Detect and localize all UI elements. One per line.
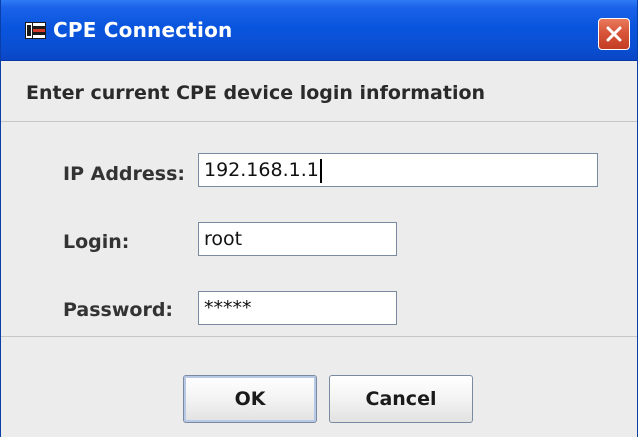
ip-address-field[interactable]: 192.168.1.1 [198,153,598,187]
text-caret [319,158,322,183]
ok-button[interactable]: OK [183,375,317,423]
login-field[interactable]: root [198,222,397,256]
login-value: root [204,228,243,250]
close-button[interactable] [598,18,630,50]
cpe-connection-dialog: CPE Connection Enter current CPE device … [0,0,638,437]
ip-address-value: 192.168.1.1 [204,159,319,181]
password-label: Password: [63,299,174,321]
title-bar[interactable]: CPE Connection [1,0,637,61]
app-logo-icon [25,22,46,39]
cancel-button[interactable]: Cancel [329,375,473,423]
login-label: Login: [63,231,130,253]
instruction-heading: Enter current CPE device login informati… [26,82,486,104]
window-title: CPE Connection [53,18,233,42]
close-icon [606,26,622,42]
ip-address-label: IP Address: [63,163,185,185]
password-value: ***** [204,297,252,319]
password-field[interactable]: ***** [198,291,397,325]
button-bar-divider [1,336,637,337]
